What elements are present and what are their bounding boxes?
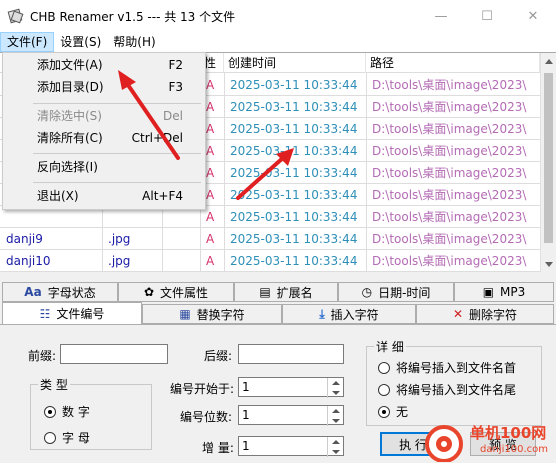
table-row[interactable]: danji9 .jpg A 2025-03-11 10:33:44 D:\tools\桌… [0, 228, 540, 250]
type-radio-letter[interactable]: 字 母 [44, 429, 90, 446]
scroll-thumb[interactable] [544, 73, 553, 243]
menu-item-add-folder[interactable]: 添加目录(D) F3 [5, 76, 203, 98]
file-path-cell: D:\tools\桌面\image\2023\ [372, 100, 527, 114]
scroll-down-icon[interactable] [545, 262, 553, 267]
file-attr-cell: A [206, 232, 215, 246]
list-vertical-scrollbar[interactable] [540, 53, 556, 272]
detail-radio-prefix[interactable]: 将编号插入到文件名首 [378, 359, 516, 376]
tab-mp3[interactable]: ▣ MP3 [454, 282, 554, 302]
file-time-cell: 2025-03-11 10:33:44 [230, 232, 358, 246]
type-radio-number[interactable]: 数 字 [44, 403, 90, 420]
file-time-cell: 2025-03-11 10:33:44 [230, 100, 358, 114]
file-path-cell: D:\tools\桌面\image\2023\ [372, 210, 527, 224]
step-label: 增 量: [202, 441, 234, 455]
maximize-button[interactable]: ☐ [464, 0, 510, 32]
file-time-cell: 2025-03-11 10:33:44 [230, 188, 358, 202]
detail-radio-none[interactable]: 无 [378, 403, 408, 420]
detail-group-title: 详 细 [374, 338, 406, 355]
menu-file[interactable]: 文件(F) [0, 32, 55, 52]
suffix-label: 后缀: [204, 349, 233, 363]
close-button[interactable]: ✕ [510, 0, 556, 32]
window-title: CHB Renamer v1.5 --- 共 13 个文件 [30, 9, 236, 24]
tab-insert-chars[interactable]: ⤓ 插入字符 [282, 304, 416, 324]
digits-label: 编号位数: [180, 410, 233, 424]
digits-input[interactable]: 1 [238, 405, 344, 426]
menu-item-add-file[interactable]: 添加文件(A) F2 [5, 54, 203, 76]
letter-case-icon: Aa [24, 285, 42, 299]
menu-help[interactable]: 帮助(H) [107, 32, 161, 52]
insert-icon: ⤓ [319, 306, 325, 321]
menu-bar: 文件(F) 设置(S) 帮助(H) [0, 32, 556, 52]
minimize-button[interactable]: — [418, 0, 464, 32]
numbered-list-icon: ☷ [39, 306, 51, 321]
file-time-cell: 2025-03-11 10:33:44 [230, 78, 358, 92]
clock-icon: ◷ [361, 285, 373, 299]
scroll-up-icon[interactable] [545, 59, 553, 64]
detail-radio-suffix[interactable]: 将编号插入到文件名尾 [378, 381, 516, 398]
watermark-sub: danji100.com [480, 444, 548, 455]
music-file-icon: ▣ [482, 285, 495, 299]
title-bar: CHB Renamer v1.5 --- 共 13 个文件 — ☐ ✕ [0, 0, 556, 32]
file-time-cell: 2025-03-11 10:33:44 [230, 210, 358, 224]
tab-file-attributes[interactable]: ✿ 文件属性 [118, 282, 234, 302]
watermark-logo: 单机100网 danji100.com [420, 416, 556, 463]
file-path-cell: D:\tools\桌面\image\2023\ [372, 166, 527, 180]
app-icon [7, 8, 24, 24]
menu-item-invert-selection[interactable]: 反向选择(I) [5, 156, 203, 178]
file-time-cell: 2025-03-11 10:33:44 [230, 122, 358, 136]
watermark-text: 单机100网 [470, 424, 547, 442]
suffix-input[interactable] [238, 344, 344, 364]
file-name-cell: danji9 [6, 232, 43, 246]
file-attr-cell: A [206, 254, 215, 268]
prefix-label: 前缀: [28, 349, 57, 363]
menu-settings[interactable]: 设置(S) [54, 32, 107, 52]
start-spinner[interactable] [327, 378, 343, 398]
file-menu-dropdown: 添加文件(A) F2 添加目录(D) F3 清除选中(S) Del 清除所有(C) Ct… [2, 52, 206, 210]
menu-item-clear-selected: 清除选中(S) Del [37, 109, 183, 123]
tab-letter-case[interactable]: Aa 字母状态 [2, 282, 118, 302]
table-row[interactable]: danji10 .jpg A 2025-03-11 10:33:44 D:\tools\… [0, 250, 540, 272]
tab-file-numbering[interactable]: ☷ 文件编号 [2, 302, 142, 325]
tab-replace-chars[interactable]: ▦ 替换字符 [142, 304, 282, 324]
file-path-cell: D:\tools\桌面\image\2023\ [372, 144, 527, 158]
file-path-cell: D:\tools\桌面\image\2023\ [372, 122, 527, 136]
digits-spinner[interactable] [327, 406, 343, 426]
file-path-cell: D:\tools\桌面\image\2023\ [372, 78, 527, 92]
file-time-cell: 2025-03-11 10:33:44 [230, 254, 358, 268]
file-ext-cell: .jpg [108, 254, 131, 268]
prefix-input[interactable] [60, 344, 168, 364]
file-path-cell: D:\tools\桌面\image\2023\ [372, 232, 527, 246]
tab-extension[interactable]: ▤ 扩展名 [234, 282, 338, 302]
menu-item-clear-all[interactable]: 清除所有(C) Ctrl+Del [5, 127, 203, 149]
file-time-cell: 2025-03-11 10:33:44 [230, 166, 358, 180]
menu-item-exit[interactable]: 退出(X) Alt+F4 [5, 185, 203, 207]
file-time-cell: 2025-03-11 10:33:44 [230, 144, 358, 158]
delete-icon: ✕ [452, 307, 464, 321]
tab-date-time[interactable]: ◷ 日期-时间 [338, 282, 454, 302]
file-name-cell: danji10 [6, 254, 51, 268]
gear-icon: ✿ [143, 285, 155, 299]
file-path-cell: D:\tools\桌面\image\2023\ [372, 188, 527, 202]
tab-delete-chars[interactable]: ✕ 删除字符 [416, 304, 554, 324]
start-input[interactable]: 1 [238, 377, 344, 398]
file-path-cell: D:\tools\桌面\image\2023\ [372, 254, 527, 268]
header-created-time[interactable]: 创建时间 [224, 53, 366, 73]
step-spinner[interactable] [327, 437, 343, 457]
type-group-title: 类 型 [38, 376, 70, 393]
document-icon: ▤ [259, 285, 271, 299]
file-ext-cell: .jpg [108, 232, 131, 246]
start-label: 编号开始于: [170, 382, 235, 396]
header-path[interactable]: 路径 [366, 53, 540, 73]
replace-icon: ▦ [179, 307, 191, 321]
step-input[interactable]: 1 [238, 436, 344, 457]
